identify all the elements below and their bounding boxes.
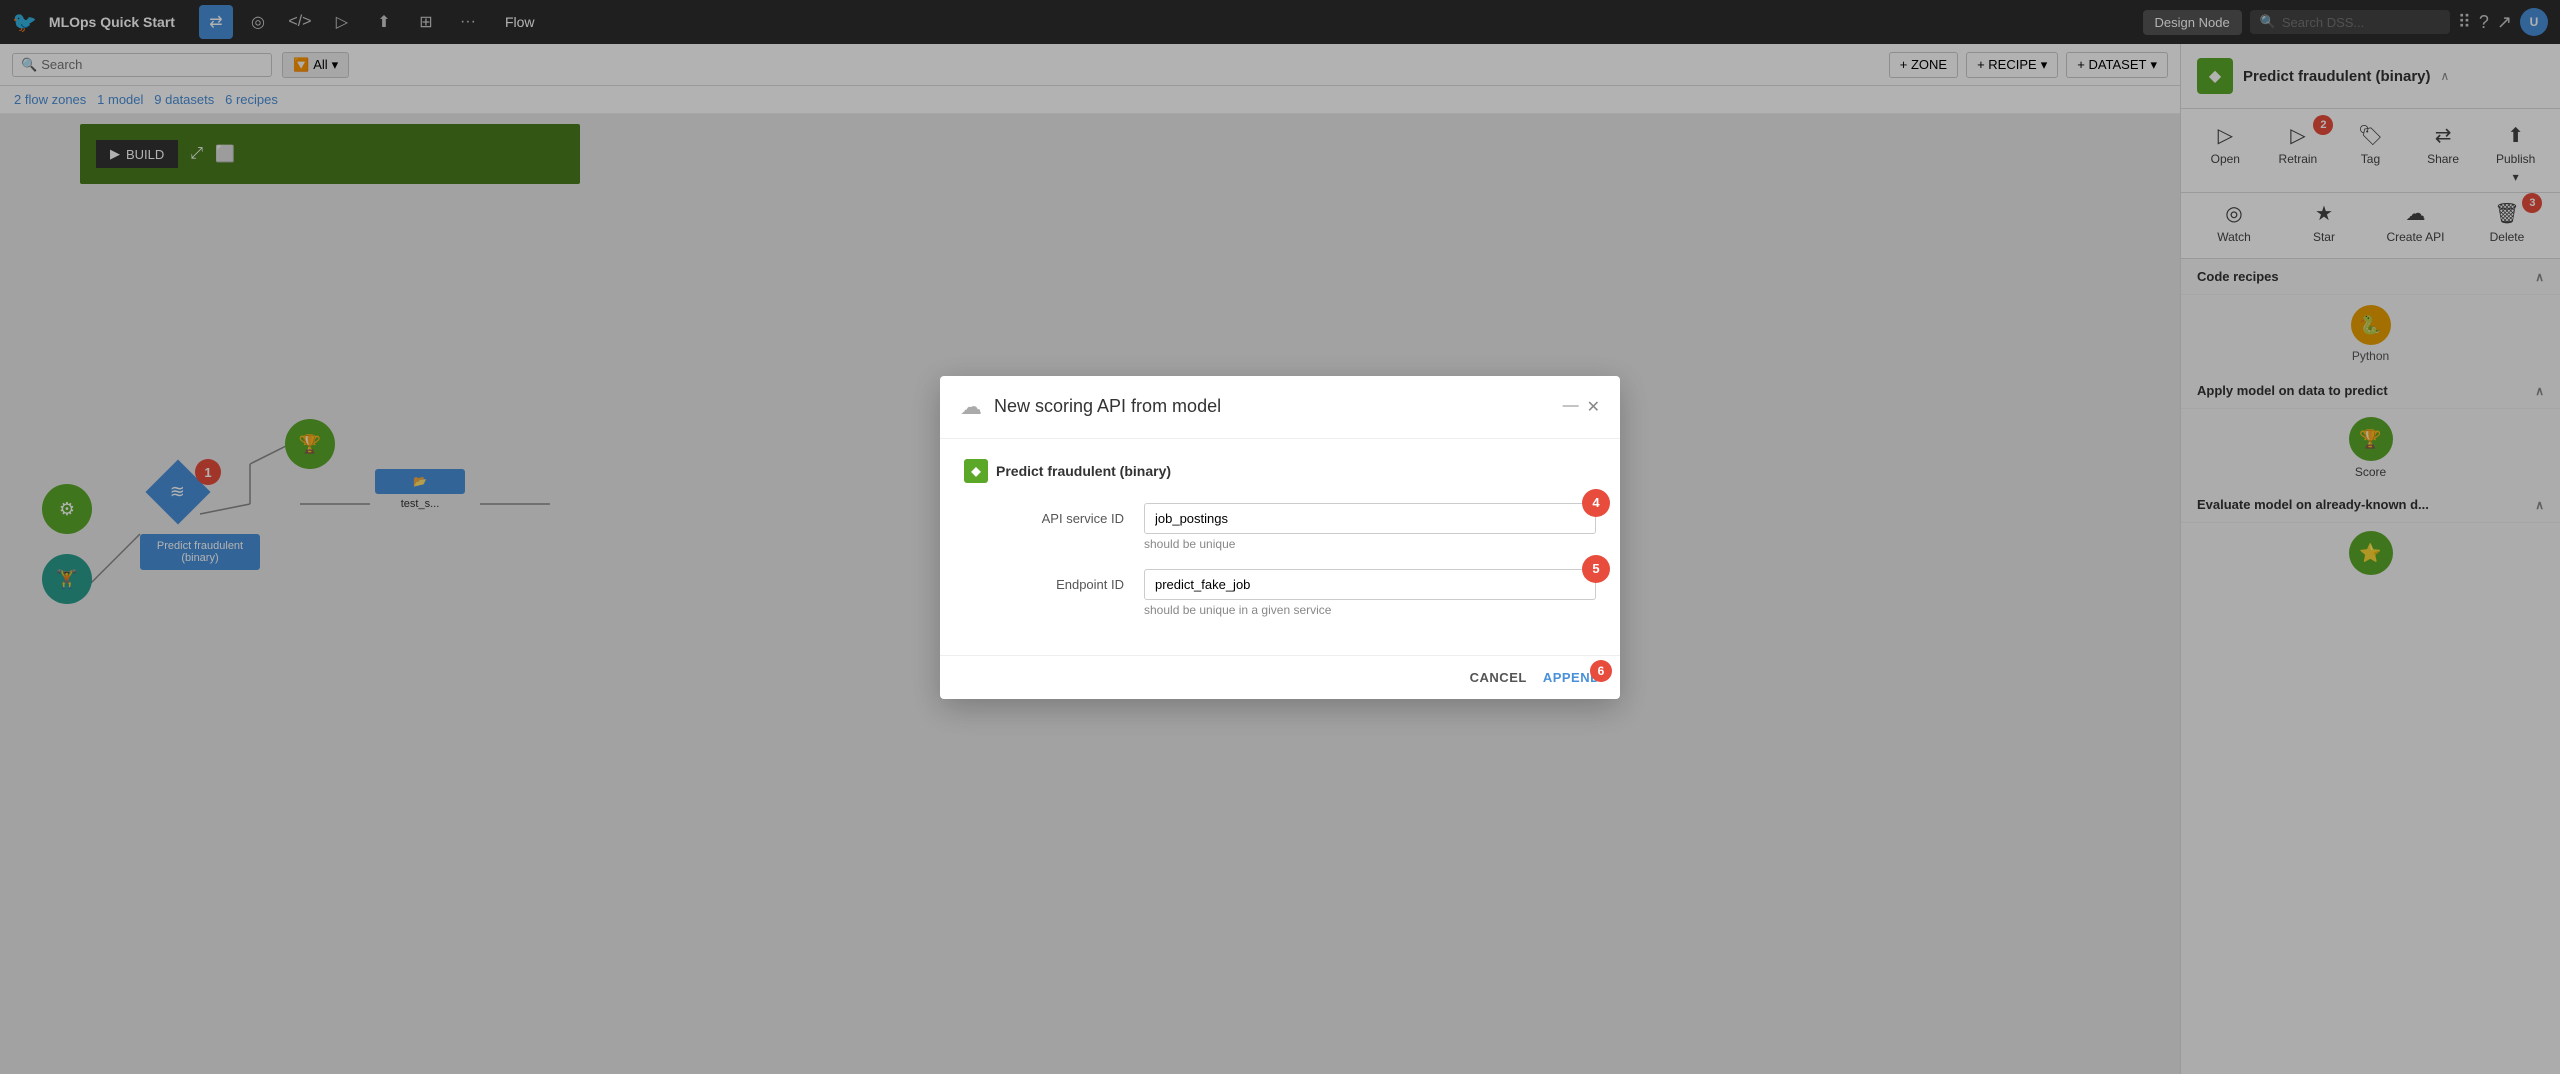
modal-title: New scoring API from model (994, 396, 1551, 417)
endpoint-id-input[interactable] (1144, 569, 1596, 600)
modal-overlay: ☁ New scoring API from model — ✕ ◆ Predi… (0, 0, 2560, 1074)
api-service-id-input[interactable] (1144, 503, 1596, 534)
modal-body: ◆ Predict fraudulent (binary) API servic… (940, 439, 1620, 655)
modal: ☁ New scoring API from model — ✕ ◆ Predi… (940, 376, 1620, 699)
modal-cloud-icon: ☁ (960, 394, 982, 420)
modal-subtitle: ◆ Predict fraudulent (binary) (964, 459, 1596, 483)
modal-header: ☁ New scoring API from model — ✕ (940, 376, 1620, 439)
append-button-wrap: APPEND 6 (1543, 670, 1600, 685)
api-service-id-hint: should be unique (1144, 537, 1596, 551)
modal-model-icon: ◆ (964, 459, 988, 483)
modal-controls: — ✕ (1563, 397, 1600, 417)
badge-4: 4 (1582, 489, 1610, 517)
badge-6: 6 (1590, 660, 1612, 682)
badge-5: 5 (1582, 555, 1610, 583)
api-service-id-label: API service ID (964, 503, 1124, 526)
modal-minimize-button[interactable]: — (1563, 397, 1579, 417)
endpoint-id-row: Endpoint ID 5 should be unique in a give… (964, 569, 1596, 617)
api-service-id-row: API service ID 4 should be unique (964, 503, 1596, 551)
endpoint-id-label: Endpoint ID (964, 569, 1124, 592)
modal-footer: CANCEL APPEND 6 (940, 655, 1620, 699)
api-service-id-input-wrap: 4 should be unique (1144, 503, 1596, 551)
endpoint-id-input-wrap: 5 should be unique in a given service (1144, 569, 1596, 617)
modal-subtitle-text: Predict fraudulent (binary) (996, 463, 1171, 479)
modal-close-button[interactable]: ✕ (1587, 397, 1600, 417)
endpoint-id-hint: should be unique in a given service (1144, 603, 1596, 617)
cancel-button[interactable]: CANCEL (1470, 670, 1527, 685)
